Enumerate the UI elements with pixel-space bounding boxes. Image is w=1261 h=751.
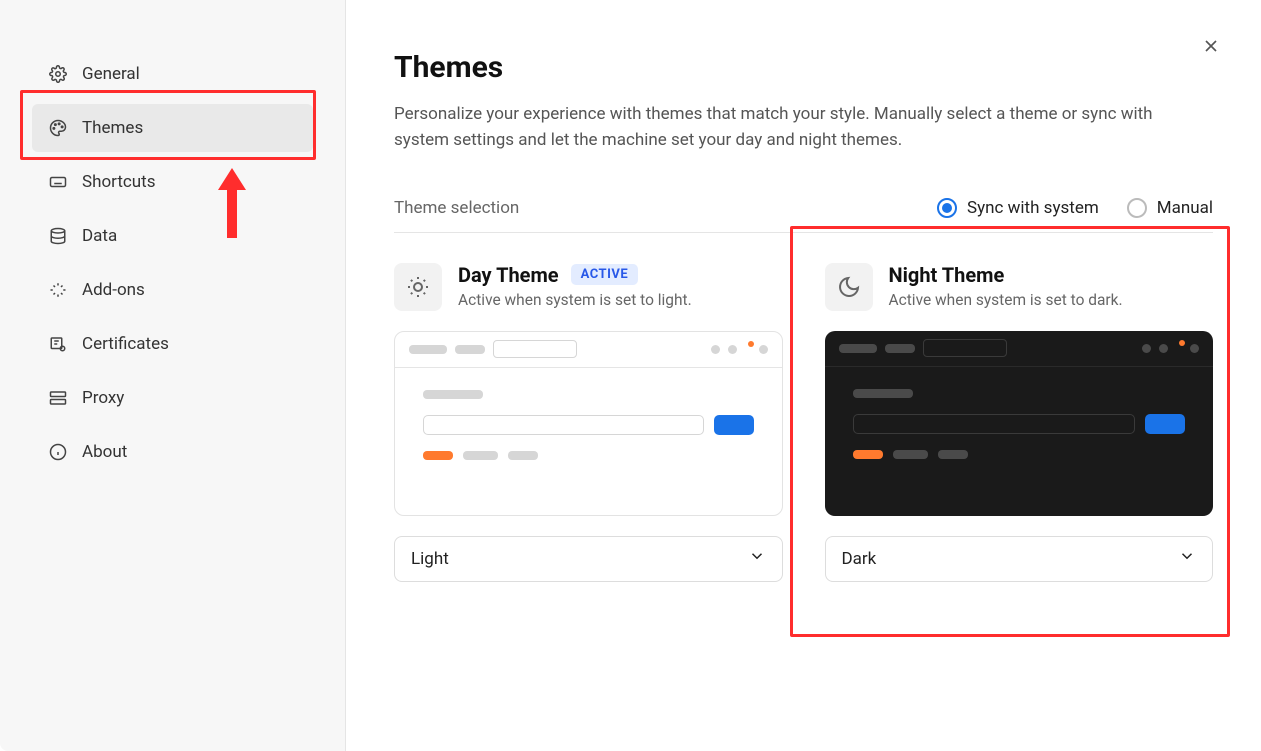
gear-icon <box>48 64 68 84</box>
radio-label: Sync with system <box>967 198 1099 218</box>
radio-circle-icon <box>1127 198 1147 218</box>
sidebar-item-label: Shortcuts <box>82 172 156 192</box>
sidebar: General Themes Shortcuts Data Add-ons <box>0 0 346 751</box>
sparkle-icon <box>48 280 68 300</box>
day-theme-select[interactable]: Light <box>394 536 783 582</box>
sun-icon <box>394 263 442 311</box>
sidebar-item-label: About <box>82 442 127 462</box>
sidebar-item-proxy[interactable]: Proxy <box>32 374 313 422</box>
sidebar-item-about[interactable]: About <box>32 428 313 476</box>
day-theme-column: Day Theme ACTIVE Active when system is s… <box>394 263 783 582</box>
sidebar-item-label: Data <box>82 226 117 246</box>
server-icon <box>48 388 68 408</box>
sidebar-item-label: General <box>82 64 140 84</box>
night-theme-select[interactable]: Dark <box>825 536 1214 582</box>
night-theme-title: Night Theme <box>889 263 1005 287</box>
sidebar-item-general[interactable]: General <box>32 50 313 98</box>
day-theme-preview <box>394 331 783 516</box>
radio-circle-icon <box>937 198 957 218</box>
page-description: Personalize your experience with themes … <box>394 101 1154 154</box>
theme-selection-label: Theme selection <box>394 198 519 218</box>
day-theme-subtitle: Active when system is set to light. <box>458 291 692 309</box>
moon-icon <box>825 263 873 311</box>
night-theme-column: Night Theme Active when system is set to… <box>825 263 1214 582</box>
sidebar-item-label: Proxy <box>82 388 124 408</box>
active-badge: ACTIVE <box>571 264 639 285</box>
sidebar-item-label: Add-ons <box>82 280 145 300</box>
sidebar-item-data[interactable]: Data <box>32 212 313 260</box>
close-button[interactable] <box>1201 36 1221 60</box>
sidebar-item-shortcuts[interactable]: Shortcuts <box>32 158 313 206</box>
database-icon <box>48 226 68 246</box>
sidebar-item-themes[interactable]: Themes <box>32 104 313 152</box>
day-theme-title: Day Theme <box>458 263 559 287</box>
sidebar-item-label: Themes <box>82 118 143 138</box>
keyboard-icon <box>48 172 68 192</box>
main-panel: Themes Personalize your experience with … <box>346 0 1261 751</box>
sidebar-item-addons[interactable]: Add-ons <box>32 266 313 314</box>
radio-manual[interactable]: Manual <box>1127 198 1213 218</box>
night-theme-select-value: Dark <box>842 549 877 569</box>
chevron-down-icon <box>748 547 766 570</box>
night-theme-subtitle: Active when system is set to dark. <box>889 291 1123 309</box>
sidebar-item-certificates[interactable]: Certificates <box>32 320 313 368</box>
sidebar-item-label: Certificates <box>82 334 169 354</box>
palette-icon <box>48 118 68 138</box>
theme-selection-radio-group: Sync with system Manual <box>937 198 1213 218</box>
radio-sync-with-system[interactable]: Sync with system <box>937 198 1099 218</box>
day-theme-select-value: Light <box>411 549 449 569</box>
chevron-down-icon <box>1178 547 1196 570</box>
night-theme-preview <box>825 331 1214 516</box>
theme-selection-row: Theme selection Sync with system Manual <box>394 198 1213 233</box>
certificate-icon <box>48 334 68 354</box>
page-title: Themes <box>394 50 1213 85</box>
radio-label: Manual <box>1157 198 1213 218</box>
info-icon <box>48 442 68 462</box>
